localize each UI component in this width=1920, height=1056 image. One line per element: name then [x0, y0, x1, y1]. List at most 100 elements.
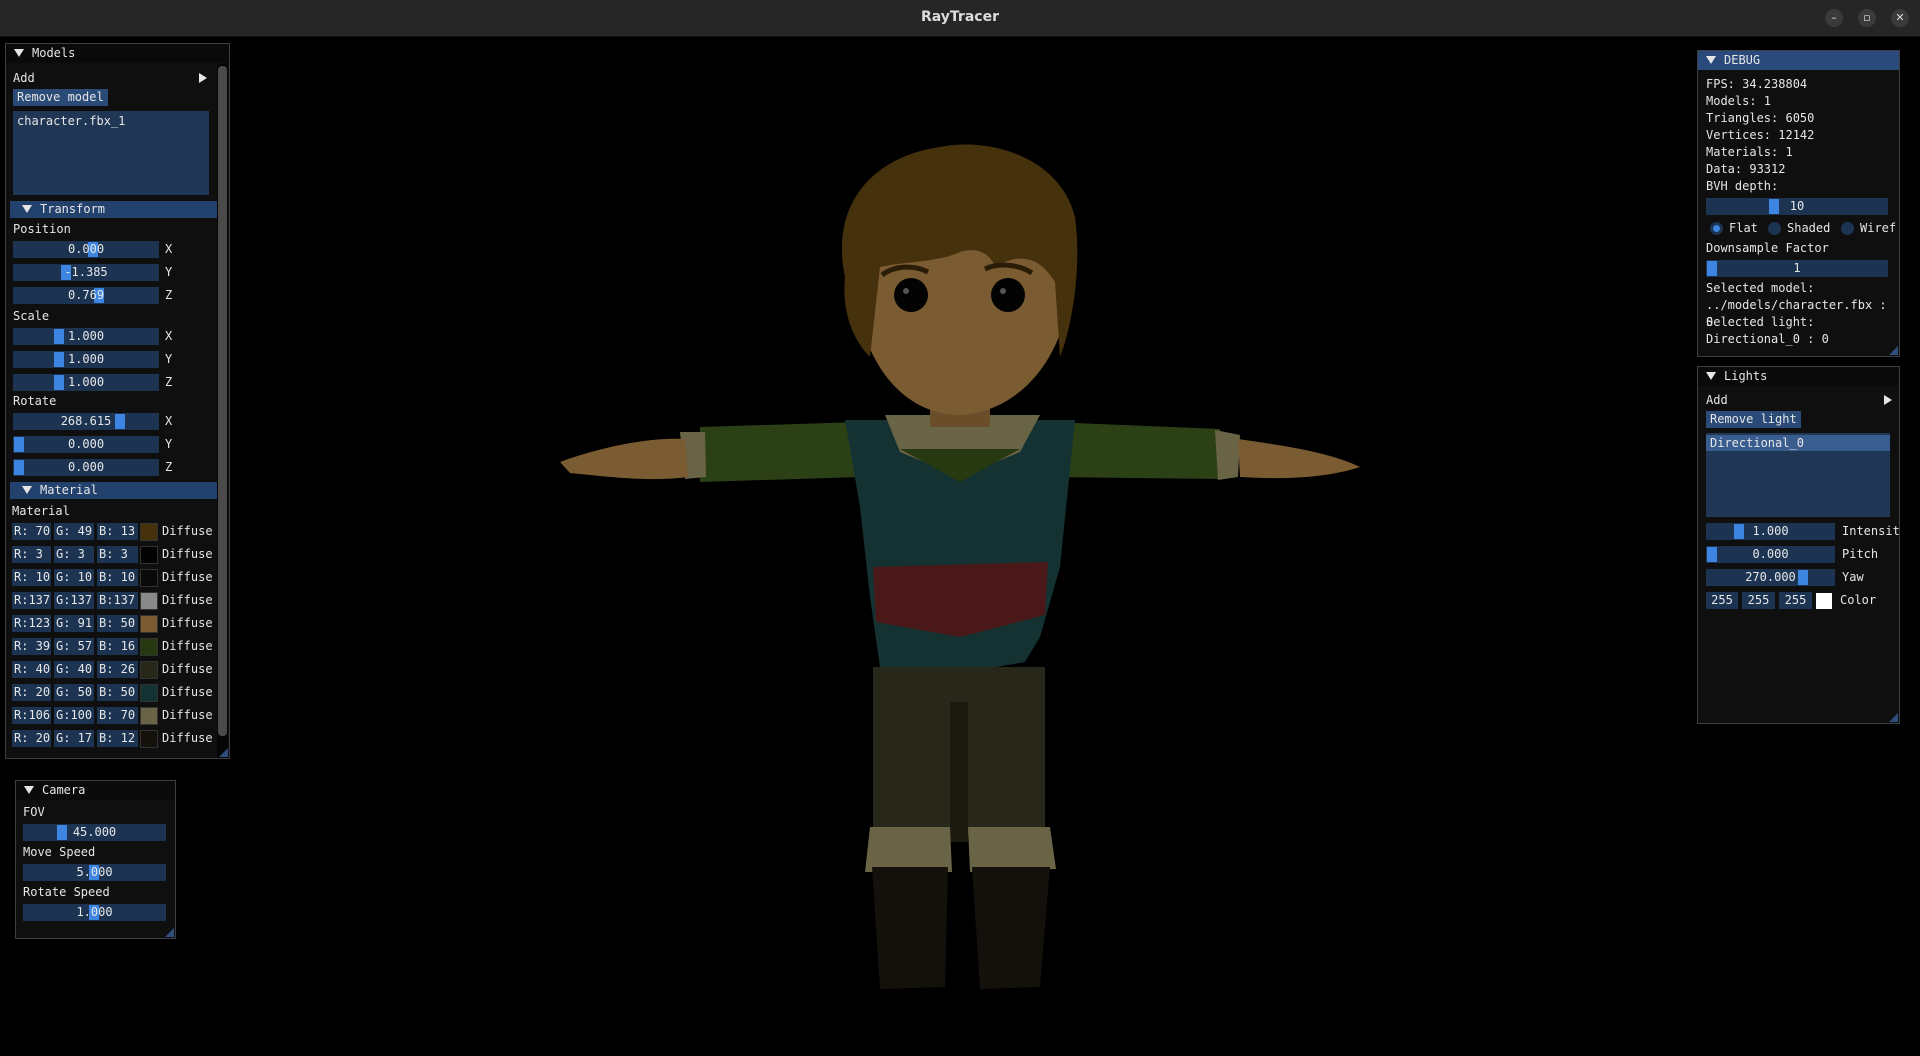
material-g-field[interactable]: G: 50 — [54, 684, 94, 701]
material-g-field[interactable]: G:100 — [54, 707, 94, 724]
material-color-swatch[interactable] — [140, 546, 158, 564]
material-color-swatch[interactable] — [140, 523, 158, 541]
material-b-field[interactable]: B: 3 — [97, 546, 138, 563]
remove-model-button[interactable]: Remove model — [13, 89, 108, 106]
models-window-header[interactable]: Models — [6, 44, 229, 63]
intensity-slider[interactable]: 1.000 — [1706, 523, 1835, 540]
material-r-field[interactable]: R: 70 — [12, 523, 51, 540]
remove-light-button[interactable]: Remove light — [1706, 411, 1801, 428]
model-list-item[interactable]: character.fbx_1 — [13, 113, 209, 129]
material-b-field[interactable]: B:137 — [97, 592, 138, 609]
material-color-swatch[interactable] — [140, 684, 158, 702]
resize-grip-icon[interactable] — [1889, 346, 1898, 355]
collapse-triangle-icon[interactable] — [14, 49, 24, 57]
material-color-swatch[interactable] — [140, 707, 158, 725]
collapse-triangle-icon[interactable] — [1706, 56, 1716, 64]
material-g-field[interactable]: G:137 — [54, 592, 94, 609]
debug-window-header[interactable]: DEBUG — [1698, 51, 1899, 70]
render-viewport[interactable] — [0, 37, 1920, 1053]
light-color-swatch[interactable] — [1816, 593, 1832, 609]
scale-x-slider[interactable]: 1.000 — [13, 328, 159, 345]
shaded-radio[interactable] — [1768, 222, 1781, 235]
add-light-menu[interactable]: Add — [1706, 391, 1894, 409]
pitch-slider[interactable]: 0.000 — [1706, 546, 1835, 563]
material-b-field[interactable]: B: 13 — [97, 523, 138, 540]
material-r-field[interactable]: R: 20 — [12, 730, 51, 747]
models-window[interactable]: Models Add Remove model character.fbx_1 … — [5, 43, 230, 759]
lights-window-header[interactable]: Lights — [1698, 367, 1899, 386]
resize-grip-icon[interactable] — [1889, 713, 1898, 722]
material-color-swatch[interactable] — [140, 615, 158, 633]
bvh-depth-slider[interactable]: 10 — [1706, 198, 1888, 215]
materials-text: Materials: 1 — [1706, 145, 1793, 159]
material-r-field[interactable]: R: 39 — [12, 638, 51, 655]
flat-radio[interactable] — [1710, 222, 1723, 235]
rotate-y-slider[interactable]: 0.000 — [13, 436, 159, 453]
downsample-slider[interactable]: 1 — [1706, 260, 1888, 277]
material-color-swatch[interactable] — [140, 638, 158, 656]
material-color-swatch[interactable] — [140, 730, 158, 748]
downsample-label: Downsample Factor — [1706, 241, 1829, 255]
collapse-triangle-icon[interactable] — [22, 205, 32, 213]
close-button[interactable]: ✕ — [1891, 9, 1909, 27]
material-g-field[interactable]: G: 40 — [54, 661, 94, 678]
rotate-x-slider[interactable]: 268.615 — [13, 413, 159, 430]
color-r-field[interactable]: 255 — [1706, 592, 1738, 609]
light-list-item[interactable]: Directional_0 — [1706, 435, 1890, 451]
material-r-field[interactable]: R:123 — [12, 615, 51, 632]
resize-grip-icon[interactable] — [165, 928, 174, 937]
material-color-swatch[interactable] — [140, 592, 158, 610]
color-g-field[interactable]: 255 — [1742, 592, 1775, 609]
position-z-slider[interactable]: 0.769 — [13, 287, 159, 304]
debug-window[interactable]: DEBUG FPS: 34.238804 Models: 1 Triangles… — [1697, 50, 1900, 357]
position-y-slider[interactable]: -1.385 — [13, 264, 159, 281]
lights-window[interactable]: Lights Add Remove light Directional_0 1.… — [1697, 366, 1900, 724]
add-model-menu[interactable]: Add — [13, 69, 213, 87]
material-g-field[interactable]: G: 91 — [54, 615, 94, 632]
material-g-field[interactable]: G: 17 — [54, 730, 94, 747]
material-b-field[interactable]: B: 26 — [97, 661, 138, 678]
move-speed-slider[interactable]: 5.000 — [23, 864, 166, 881]
maximize-button[interactable]: ▫ — [1858, 9, 1876, 27]
material-r-field[interactable]: R: 40 — [12, 661, 51, 678]
scale-z-slider[interactable]: 1.000 — [13, 374, 159, 391]
material-b-field[interactable]: B: 50 — [97, 684, 138, 701]
position-x-slider[interactable]: 0.000 — [13, 241, 159, 258]
collapse-triangle-icon[interactable] — [1706, 372, 1716, 380]
minimize-button[interactable]: – — [1825, 9, 1843, 27]
material-g-field[interactable]: G: 10 — [54, 569, 94, 586]
yaw-slider[interactable]: 270.000 — [1706, 569, 1835, 586]
material-r-field[interactable]: R:106 — [12, 707, 51, 724]
models-list[interactable]: character.fbx_1 — [13, 111, 209, 195]
collapse-triangle-icon[interactable] — [22, 486, 32, 494]
transform-section-header[interactable]: Transform — [10, 201, 222, 218]
lights-list[interactable]: Directional_0 — [1706, 433, 1890, 517]
fov-slider[interactable]: 45.000 — [23, 824, 166, 841]
models-scrollbar-thumb[interactable] — [218, 66, 227, 736]
collapse-triangle-icon[interactable] — [24, 786, 34, 794]
wireframe-radio[interactable] — [1841, 222, 1854, 235]
scale-y-slider[interactable]: 1.000 — [13, 351, 159, 368]
material-g-field[interactable]: G: 3 — [54, 546, 94, 563]
camera-window[interactable]: Camera FOV 45.000 Move Speed 5.000 Rotat… — [15, 780, 176, 939]
material-section-header[interactable]: Material — [10, 482, 222, 499]
material-r-field[interactable]: R: 10 — [12, 569, 51, 586]
material-b-field[interactable]: B: 50 — [97, 615, 138, 632]
material-g-field[interactable]: G: 57 — [54, 638, 94, 655]
material-b-field[interactable]: B: 12 — [97, 730, 138, 747]
material-g-field[interactable]: G: 49 — [54, 523, 94, 540]
rotate-z-slider[interactable]: 0.000 — [13, 459, 159, 476]
material-r-field[interactable]: R: 20 — [12, 684, 51, 701]
material-color-swatch[interactable] — [140, 569, 158, 587]
color-b-field[interactable]: 255 — [1779, 592, 1812, 609]
material-b-field[interactable]: B: 70 — [97, 707, 138, 724]
material-r-field[interactable]: R: 3 — [12, 546, 51, 563]
material-r-field[interactable]: R:137 — [12, 592, 51, 609]
models-scrollbar[interactable] — [217, 64, 228, 758]
material-b-field[interactable]: B: 16 — [97, 638, 138, 655]
rotate-speed-slider[interactable]: 1.000 — [23, 904, 166, 921]
camera-window-header[interactable]: Camera — [16, 781, 175, 800]
resize-grip-icon[interactable] — [219, 748, 228, 757]
material-color-swatch[interactable] — [140, 661, 158, 679]
material-b-field[interactable]: B: 10 — [97, 569, 138, 586]
